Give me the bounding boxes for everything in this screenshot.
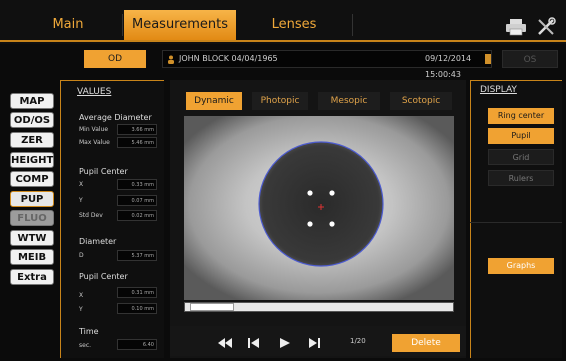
patient-info: JOHN BLOCK 04/04/1965 09/12/2014 15:00:4… (162, 50, 492, 79)
side-btn-pup[interactable]: PUP (10, 191, 54, 207)
reflection-spot (329, 221, 335, 227)
pupil-center-y-label: Y (79, 197, 83, 204)
os-eye-button[interactable]: OS (502, 50, 558, 68)
filter-scotopic-button[interactable]: Scotopic (390, 92, 452, 110)
time-sec-label: sec. (79, 342, 92, 349)
min-value-field: 3.66 mm (117, 124, 157, 135)
tab-divider (352, 14, 353, 36)
diameter-d-label: D (79, 252, 84, 259)
play-icon[interactable] (280, 338, 290, 348)
pupil-center-y-field: 0.07 mm (117, 195, 157, 206)
diameter-d-field: 5.37 mm (117, 250, 157, 261)
reflection-spot (329, 190, 335, 196)
frame-scroll-thumb[interactable] (190, 303, 234, 311)
side-btn-fluo[interactable]: FLUO (10, 210, 54, 226)
reflection-spot (307, 221, 313, 227)
pupil-center2-label: Pupil Center (79, 272, 128, 281)
tab-measurements[interactable]: Measurements (124, 10, 236, 40)
person-icon (168, 55, 174, 64)
filter-mesopic-button[interactable]: Mesopic (318, 92, 380, 110)
side-btn-comp[interactable]: COMP (10, 171, 54, 187)
printer-icon[interactable] (505, 18, 527, 36)
info-bar: OD JOHN BLOCK 04/04/1965 09/12/2014 15:0… (62, 47, 562, 79)
exam-datetime: 09/12/2014 15:00:43 (425, 54, 472, 79)
step-forward-icon[interactable] (308, 338, 320, 348)
pupil-toggle[interactable]: Pupil (488, 128, 554, 144)
side-btn-odos[interactable]: OD/OS (10, 112, 54, 128)
std-dev-label: Std Dev (79, 212, 103, 219)
display-title: DISPLAY (480, 85, 517, 95)
tools-icon[interactable] (536, 17, 556, 37)
side-btn-height[interactable]: HEIGHT (10, 152, 54, 168)
frame-counter: 1/20 (350, 337, 366, 345)
filter-photopic-button[interactable]: Photopic (252, 92, 308, 110)
side-btn-wtw[interactable]: WTW (10, 230, 54, 246)
time-label: Time (79, 327, 99, 336)
pupil-center-x-label: X (79, 181, 84, 188)
display-divider (470, 222, 562, 223)
max-value-label: Max Value (79, 139, 110, 146)
reflection-spot (307, 190, 313, 196)
diameter-label: Diameter (79, 237, 117, 246)
patient-name: JOHN BLOCK 04/04/1965 (179, 54, 278, 63)
rulers-toggle[interactable]: Rulers (488, 170, 554, 186)
time-sec-field: 6.40 (117, 339, 157, 350)
pupil-center-label: Pupil Center (79, 167, 128, 176)
delete-button[interactable]: Delete (392, 334, 460, 352)
pupil-center2-y-field: 0.10 mm (117, 303, 157, 314)
min-value-label: Min Value (79, 126, 109, 133)
calendar-icon[interactable] (485, 54, 491, 64)
filter-dynamic-button[interactable]: Dynamic (186, 92, 242, 110)
values-title: VALUES (77, 87, 112, 97)
pupil-image[interactable] (184, 116, 454, 300)
od-eye-button[interactable]: OD (84, 50, 146, 68)
avg-diameter-label: Average Diameter (79, 113, 152, 122)
rewind-icon[interactable] (218, 338, 232, 348)
pupil-center2-y-label: Y (79, 306, 83, 313)
grid-toggle[interactable]: Grid (488, 149, 554, 165)
ring-center-toggle[interactable]: Ring center (488, 108, 554, 124)
side-btn-zer[interactable]: ZER (10, 132, 54, 148)
pupil-center-x-field: 0.33 mm (117, 179, 157, 190)
header-divider (0, 40, 566, 42)
side-btn-map[interactable]: MAP (10, 93, 54, 109)
values-panel: VALUES Average Diameter Min Value 3.66 m… (60, 80, 164, 358)
pupil-center2-x-field: 0.31 mm (117, 287, 157, 298)
graphs-button[interactable]: Graphs (488, 258, 554, 274)
tab-main[interactable]: Main (14, 10, 122, 40)
max-value-field: 5.46 mm (117, 137, 157, 148)
std-dev-field: 0.02 mm (117, 210, 157, 221)
side-btn-extra[interactable]: Extra (10, 269, 54, 285)
tab-lenses[interactable]: Lenses (238, 10, 350, 40)
pupil-center2-x-label: X (79, 292, 84, 299)
step-back-icon[interactable] (248, 338, 260, 348)
side-btn-meib[interactable]: MEIB (10, 249, 54, 265)
tab-divider (122, 14, 123, 36)
